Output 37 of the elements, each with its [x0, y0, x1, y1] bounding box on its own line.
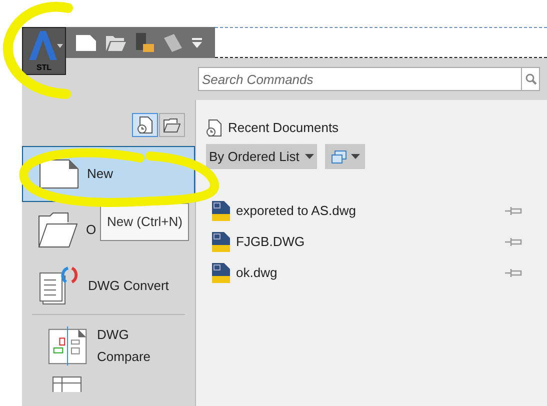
view-toggle[interactable] — [159, 113, 185, 137]
search-icon — [524, 73, 536, 85]
documents-convert-icon — [38, 266, 80, 306]
drawing-file-icon — [212, 200, 230, 220]
caret-icon — [350, 154, 360, 159]
blank-page-icon — [39, 159, 79, 189]
drawing-file-icon — [212, 262, 230, 282]
file-link[interactable]: FJGB.DWG — [236, 232, 499, 252]
layout-icon — [52, 376, 82, 392]
sort-dropdown[interactable]: By Ordered List — [206, 144, 318, 169]
recent-document-icon — [206, 119, 222, 137]
recent-document-icon — [137, 116, 153, 134]
dropdown-icon[interactable] — [192, 36, 202, 48]
compare-documents-icon — [48, 326, 90, 366]
scroll-icon[interactable] — [164, 34, 182, 52]
file-link[interactable]: ok.dwg — [236, 262, 499, 282]
section-title: Recent Documents — [228, 119, 339, 138]
folder-icon[interactable] — [106, 34, 126, 50]
new-file-icon[interactable] — [76, 34, 96, 50]
letter-logo-icon — [27, 30, 63, 60]
file-link[interactable]: exporeted to AS.dwg — [236, 200, 499, 220]
folder-icon — [38, 212, 78, 248]
tooltip: New (Ctrl+N) — [100, 203, 190, 240]
menu-item[interactable]: DWG Compare — [32, 314, 185, 376]
pin-icon[interactable] — [505, 268, 523, 278]
view-dropdown[interactable] — [325, 144, 366, 169]
search-button[interactable] — [522, 67, 540, 91]
pin-icon[interactable] — [505, 206, 523, 216]
caret-icon — [305, 154, 314, 159]
windows-icon — [330, 150, 347, 164]
pin-icon[interactable] — [505, 236, 523, 246]
save-device-icon[interactable] — [136, 32, 154, 52]
folder-icon — [163, 118, 181, 132]
drawing-file-icon — [212, 232, 230, 252]
menu-item[interactable]: DWG Convert — [22, 258, 195, 314]
search-field[interactable]: Search Commands — [198, 67, 522, 91]
view-toggle[interactable] — [132, 113, 158, 137]
